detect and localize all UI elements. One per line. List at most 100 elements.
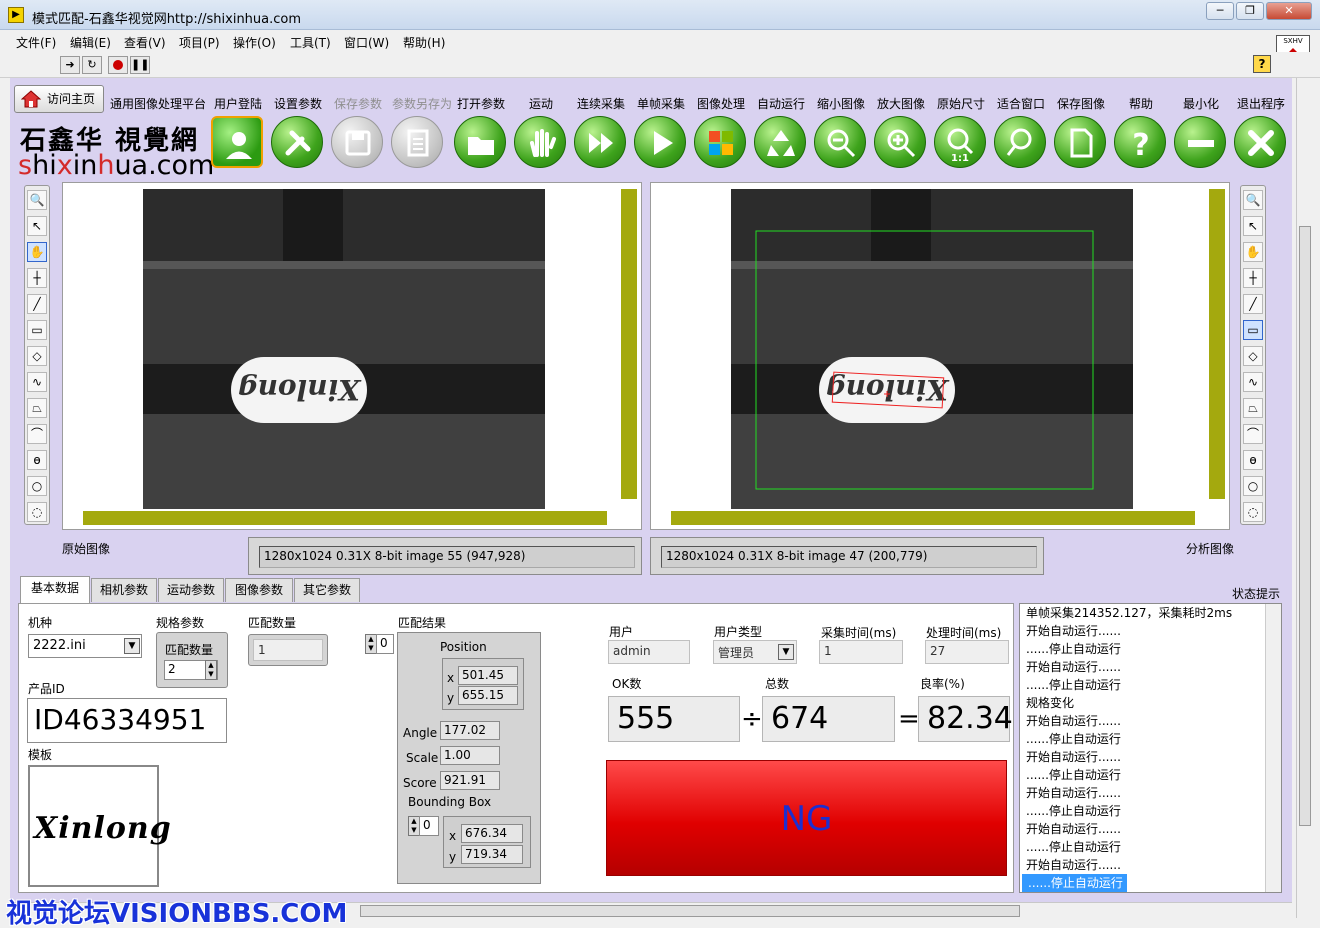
rectangle-tool-icon[interactable]: ▭ [27,320,47,340]
polyline-tool-icon[interactable]: ∿ [1243,372,1263,392]
menu-tools[interactable]: 工具(T) [290,34,331,51]
match-count-stepper[interactable]: ▲ ▼ [205,660,217,680]
minus-button[interactable] [1174,116,1226,168]
fast-forward-button[interactable] [574,116,626,168]
main-label-7: 单帧采集 [636,97,685,111]
tab-camera-params[interactable]: 相机参数 [91,578,157,602]
right-image-hscroll[interactable] [671,511,1195,525]
bbox-y-label: y [449,850,457,864]
chevron-down-icon[interactable]: ▼ [778,644,794,660]
context-help-icon[interactable]: ? [1253,55,1271,73]
minimize-button[interactable]: ─ [1206,2,1234,20]
restore-button[interactable]: ❐ [1236,2,1264,20]
freeline-tool-icon[interactable]: ⌒ [1243,424,1263,444]
tab-image-params[interactable]: 图像参数 [225,578,293,602]
main-label-16: 最小化 [1182,97,1219,111]
abort-icon[interactable] [108,56,128,74]
freehand-tool-icon[interactable]: ɵ [1243,450,1263,470]
menu-operate[interactable]: 操作(O) [233,34,276,51]
exit-button[interactable] [1234,116,1286,168]
zoom-in-icon [887,129,916,158]
status-log[interactable]: 单帧采集214352.127，采集耗时2ms 开始自动运行............… [1019,603,1282,893]
left-image-hscroll[interactable] [83,511,607,525]
user-icon [226,132,252,159]
oval-tool-icon[interactable]: ○ [27,476,47,496]
play-button[interactable] [634,116,686,168]
tab-motion-params[interactable]: 运动参数 [158,578,224,602]
menu-project[interactable]: 项目(P) [179,34,220,51]
annulus-tool-icon[interactable]: ◌ [27,502,47,522]
scale-value: 1.00 [440,746,500,765]
zoom-tool-icon[interactable]: 🔍 [1243,190,1263,210]
platform-label: 通用图像处理平台 [110,97,207,111]
pointer-tool-icon[interactable]: ↖ [27,216,47,236]
menu-help[interactable]: 帮助(H) [403,34,445,51]
menu-edit[interactable]: 编辑(E) [70,34,111,51]
original-image-display[interactable]: Xinlong [62,182,642,530]
zoom-1to1-button[interactable]: 1:1 [934,116,986,168]
windows-button[interactable] [694,116,746,168]
menu-window[interactable]: 窗口(W) [344,34,389,51]
freehand-tool-icon[interactable]: ɵ [27,450,47,470]
freeline-tool-icon[interactable]: ⌒ [27,424,47,444]
status-log-scrollbar[interactable] [1265,604,1281,892]
home-button[interactable]: 访问主页 [14,85,104,113]
tab-other-params[interactable]: 其它参数 [294,578,360,602]
point-tool-icon[interactable]: ┼ [1243,268,1263,288]
document-button[interactable] [1054,116,1106,168]
recycle-button[interactable] [754,116,806,168]
polyline-tool-icon[interactable]: ∿ [27,372,47,392]
line-tool-icon[interactable]: ╱ [27,294,47,314]
zoom-fit-icon [1006,128,1032,156]
analysis-image-display[interactable]: Xinlong [650,182,1230,530]
tools-button[interactable] [271,116,323,168]
product-id-field[interactable]: ID46334951 [27,698,227,743]
main-label-3: 参数另存为 [392,97,453,111]
main-label-4: 打开参数 [456,97,505,111]
right-image-text: Xinlong [826,373,950,406]
run-continuous-icon[interactable]: ↻ [82,56,102,74]
log-line: ......停止自动运行 [1026,732,1121,746]
left-image-vscroll[interactable] [621,189,637,499]
main-label-9: 自动运行 [756,97,805,111]
chevron-down-icon[interactable]: ▼ [124,638,140,654]
main-label-12: 原始尺寸 [936,97,985,111]
user-button[interactable] [211,116,263,168]
menu-view[interactable]: 查看(V) [124,34,166,51]
annulus-tool-icon[interactable]: ◌ [1243,502,1263,522]
pointer-tool-icon[interactable]: ↖ [1243,216,1263,236]
zoom-fit-button[interactable] [994,116,1046,168]
bbox-index-input[interactable]: 0 [419,816,439,836]
run-arrow-icon[interactable]: ➜ [60,56,80,74]
rectangle-tool-icon[interactable]: ▭ [1243,320,1263,340]
minus-icon [1188,140,1214,147]
right-image-vscroll[interactable] [1209,189,1225,499]
rotated-rect-tool-icon[interactable]: ◇ [1243,346,1263,366]
pause-icon[interactable]: ❚❚ [130,56,150,74]
zoom-in-button[interactable] [874,116,926,168]
panel-vscroll[interactable] [1296,78,1312,918]
original-image-caption: 原始图像 [62,542,111,556]
pan-tool-icon[interactable]: ✋ [1243,242,1263,262]
tab-basic-data[interactable]: 基本数据 [20,576,90,604]
point-tool-icon[interactable]: ┼ [27,268,47,288]
folder-button[interactable] [454,116,506,168]
polygon-tool-icon[interactable]: ⏢ [1243,398,1263,418]
result-index-input[interactable]: 0 [376,634,394,654]
menu-file[interactable]: 文件(F) [16,34,56,51]
zoom-out-button[interactable] [814,116,866,168]
log-line: 规格变化 [1026,696,1075,710]
rotated-rect-tool-icon[interactable]: ◇ [27,346,47,366]
analysis-image: Xinlong [731,189,1133,509]
save-as-icon [407,129,429,157]
close-button[interactable]: ✕ [1266,2,1312,20]
polygon-tool-icon[interactable]: ⏢ [27,398,47,418]
svg-text:?: ? [1132,128,1149,161]
pan-tool-icon[interactable]: ✋ [27,242,47,262]
zoom-1to1-label: 1:1 [951,153,969,164]
hand-button[interactable] [514,116,566,168]
zoom-tool-icon[interactable]: 🔍 [27,190,47,210]
help-button[interactable]: ? [1114,116,1166,168]
line-tool-icon[interactable]: ╱ [1243,294,1263,314]
oval-tool-icon[interactable]: ○ [1243,476,1263,496]
